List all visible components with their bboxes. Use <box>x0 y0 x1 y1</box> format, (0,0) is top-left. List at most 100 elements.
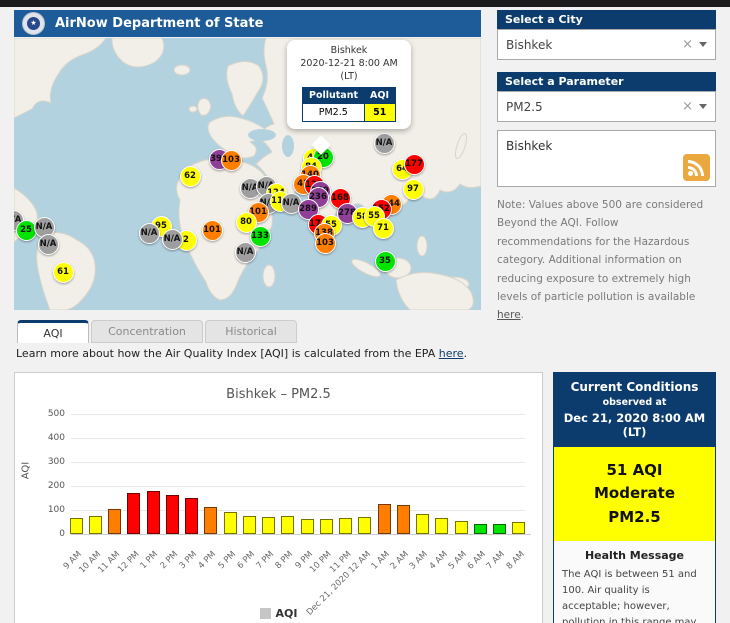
chart-y-tick-label: 500 <box>27 409 65 419</box>
map-marker[interactable]: N/A <box>162 229 183 250</box>
conditions-category: Moderate <box>558 482 711 505</box>
chart-y-tick-label: 100 <box>27 505 65 515</box>
map-marker[interactable]: 177 <box>404 154 425 175</box>
map-popup[interactable]: Bishkek 2020-12-21 8:00 AM (LT) Pollutan… <box>287 40 411 129</box>
popup-datetime: 2020-12-21 8:00 AM <box>291 58 407 71</box>
chart-plot-area: AQI 01002003004005009 AM10 AM11 AM12 PM1… <box>15 373 544 623</box>
chart-bar[interactable] <box>243 516 256 534</box>
map-marker[interactable]: 35 <box>375 251 396 272</box>
tab-bar: AQI Concentration Historical <box>17 320 299 343</box>
select-city-header: Select a City <box>497 10 716 29</box>
map-marker[interactable]: 62 <box>180 166 201 187</box>
note-here-link[interactable]: here <box>497 309 521 321</box>
chart-bar[interactable] <box>89 516 102 534</box>
map-marker[interactable]: 133 <box>250 226 271 247</box>
map-marker[interactable]: 103 <box>315 233 336 254</box>
health-message-block: Health Message The AQI is between 51 and… <box>554 541 715 623</box>
chart-y-tick-label: 200 <box>27 481 65 491</box>
tab-historical[interactable]: Historical <box>205 320 297 343</box>
chart-bar[interactable] <box>358 517 371 534</box>
chart-x-tick-label: 5 PM <box>216 549 238 571</box>
popup-pollutant-value: PM2.5 <box>303 104 365 122</box>
map-marker[interactable]: N/A <box>374 133 395 154</box>
chart-x-tick-label: 4 AM <box>427 549 449 571</box>
chart-bar[interactable] <box>378 504 391 534</box>
chart-bar[interactable] <box>108 509 121 534</box>
note-text: Note: Values above 500 are considered Be… <box>497 196 716 325</box>
state-department-seal-icon: ★ <box>22 12 45 35</box>
city-dropdown[interactable]: Bishkek × <box>497 29 716 60</box>
legend-swatch-icon <box>260 608 271 619</box>
chart-x-tick-label: 3 AM <box>408 549 430 571</box>
chart-x-tick-label: 6 AM <box>466 549 488 571</box>
chart-x-tick-label: 8 AM <box>504 549 526 571</box>
chart-bar[interactable] <box>512 522 525 534</box>
map-marker[interactable]: N/A <box>235 242 256 263</box>
chart-bar[interactable] <box>320 519 333 534</box>
conditions-aqi-block: 51 AQI Moderate PM2.5 <box>554 447 715 541</box>
chart-bar[interactable] <box>339 518 352 534</box>
chart-bar[interactable] <box>224 512 237 534</box>
popup-table: Pollutant AQI PM2.5 51 <box>302 87 396 122</box>
chart-legend: AQI <box>15 607 542 620</box>
airnow-page: ★ AirNow Department of State <box>0 0 730 623</box>
chart-x-tick-label: 7 PM <box>255 549 277 571</box>
chart-bar[interactable] <box>147 491 160 534</box>
current-conditions-card: Current Conditions observed at Dec 21, 2… <box>553 372 716 623</box>
chart-bar[interactable] <box>397 505 410 534</box>
chart-gridline <box>71 438 525 439</box>
parameter-dropdown-value: PM2.5 <box>498 100 676 114</box>
map-marker[interactable]: 97 <box>403 179 424 200</box>
map-marker[interactable]: N/A <box>38 234 59 255</box>
popup-col-aqi: AQI <box>364 88 395 104</box>
map-marker[interactable]: 71 <box>373 218 394 239</box>
chart-bar[interactable] <box>493 524 506 534</box>
chart-bar[interactable] <box>301 519 314 534</box>
chart-bar[interactable] <box>204 507 217 534</box>
chart-gridline <box>71 486 525 487</box>
health-message-title: Health Message <box>562 549 707 562</box>
chart-bar[interactable] <box>474 524 487 534</box>
top-strip <box>0 0 730 7</box>
page-title: AirNow Department of State <box>55 16 263 31</box>
world-map[interactable]: N/A25N/AN/A6195N/A2N/A62390103N/AN/A124N… <box>14 38 481 310</box>
legend-label: AQI <box>276 607 298 620</box>
chart-bar[interactable] <box>70 518 83 534</box>
popup-timezone: (LT) <box>291 71 407 84</box>
map-marker[interactable]: 101 <box>202 220 223 241</box>
chart-x-tick-label: 1 AM <box>370 549 392 571</box>
parameter-clear-icon[interactable]: × <box>676 99 699 114</box>
chart-bar[interactable] <box>185 498 198 534</box>
chart-bar[interactable] <box>435 518 448 534</box>
select-parameter-header: Select a Parameter <box>497 72 716 91</box>
chart-bar[interactable] <box>281 516 294 534</box>
parameter-caret-icon[interactable] <box>699 104 707 109</box>
chart-x-tick-label: 3 PM <box>177 549 199 571</box>
chart-bar[interactable] <box>262 517 275 534</box>
popup-col-pollutant: Pollutant <box>303 88 365 104</box>
parameter-dropdown[interactable]: PM2.5 × <box>497 91 716 122</box>
chart-x-tick-label: 2 PM <box>158 549 180 571</box>
chart-x-tick-label: 1 PM <box>139 549 161 571</box>
chart-bar[interactable] <box>455 521 468 534</box>
health-message-text: The AQI is between 51 and 100. Air quali… <box>562 567 707 623</box>
conditions-datetime: Dec 21, 2020 8:00 AM (LT) <box>558 411 711 439</box>
chart-x-tick-label: 2 AM <box>389 549 411 571</box>
tab-concentration[interactable]: Concentration <box>91 320 203 343</box>
city-dropdown-value: Bishkek <box>498 38 676 52</box>
map-marker[interactable]: N/A <box>139 223 160 244</box>
map-marker[interactable]: 103 <box>221 150 242 171</box>
chart-gridline <box>71 462 525 463</box>
chart-x-tick-label: 7 AM <box>485 549 507 571</box>
chart-bar[interactable] <box>416 514 429 534</box>
chart-bar[interactable] <box>127 493 140 534</box>
chart-bar[interactable] <box>166 495 179 534</box>
map-marker[interactable]: 61 <box>53 262 74 283</box>
tab-aqi[interactable]: AQI <box>17 320 89 343</box>
chart-x-tick-label: 5 AM <box>447 549 469 571</box>
city-clear-icon[interactable]: × <box>676 37 699 52</box>
learn-more-here-link[interactable]: here <box>439 347 464 360</box>
city-caret-icon[interactable] <box>699 42 707 47</box>
rss-icon[interactable] <box>683 154 710 181</box>
popup-city: Bishkek <box>291 45 407 58</box>
